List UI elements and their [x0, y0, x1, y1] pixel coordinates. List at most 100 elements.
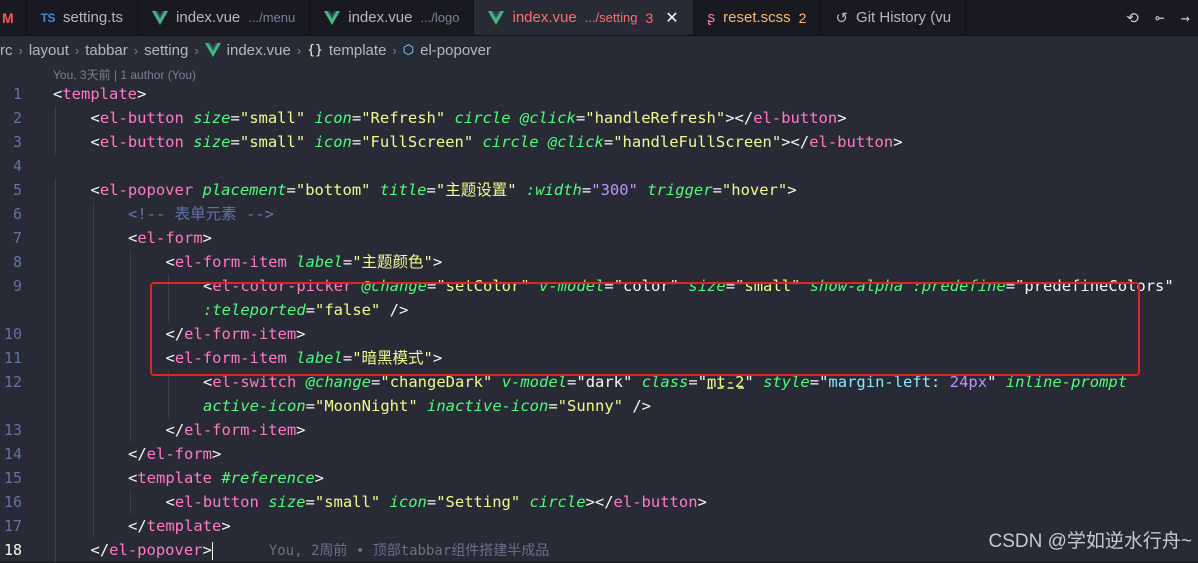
vue-icon — [324, 10, 341, 25]
indent-guide — [130, 322, 131, 346]
tab-4[interactable]: index.vue .../setting 3 ✕ — [474, 0, 694, 35]
breadcrumb-item-file[interactable]: index.vue — [227, 42, 291, 59]
indent-guide — [92, 322, 94, 346]
code-punctuation: = — [230, 109, 240, 127]
inline-git-blame: You, 2周前 • 顶部tabbar组件搭建半成品 — [268, 543, 550, 559]
code-punctuation: < — [90, 181, 100, 199]
code-token: trigger — [647, 181, 713, 199]
close-icon[interactable]: ✕ — [665, 8, 678, 28]
line-number: 10 — [3, 325, 22, 343]
code-punctuation — [520, 493, 529, 511]
code-punctuation: > — [314, 469, 325, 487]
problem-count-badge: 3 — [645, 9, 654, 26]
tab-5[interactable]: ʂ reset.scss 2 — [694, 0, 822, 35]
indent-guide — [130, 394, 131, 418]
breadcrumb-item-setting[interactable]: setting — [144, 42, 188, 59]
code-token: el-button — [753, 109, 838, 127]
code-token: el-button — [99, 109, 184, 127]
code-line[interactable]: 3 <el-button size="small" icon="FullScree… — [0, 130, 1198, 154]
indent-guide — [92, 370, 94, 394]
breadcrumb-item-src[interactable]: rc — [0, 42, 13, 59]
indent-guide — [55, 442, 56, 466]
indent-guide — [55, 514, 56, 538]
code-token: el-form-item — [174, 253, 287, 271]
compare-icon[interactable]: ⟜ — [1155, 9, 1164, 27]
indent-guide — [55, 490, 56, 514]
indent-guide — [92, 202, 94, 226]
breadcrumb-item-el-popover[interactable]: el-popover — [420, 42, 491, 59]
indent-guide — [130, 418, 131, 442]
tab-label: Git History (vu — [856, 9, 952, 26]
codelens-blame[interactable]: You, 3天前 | 1 author (You) — [53, 66, 196, 83]
code-token: "small" — [239, 109, 306, 127]
breadcrumb-item-template[interactable]: template — [329, 42, 387, 59]
code-punctuation — [539, 133, 548, 151]
line-number: 2 — [12, 109, 22, 127]
tab-6[interactable]: ↺ Git History (vu — [821, 0, 967, 35]
code-punctuation: < — [90, 109, 100, 127]
code-line[interactable]: 16 <el-button size="small" icon="Setting"… — [0, 490, 1198, 514]
tab-0[interactable]: M — [0, 0, 27, 35]
code-punctuation — [517, 181, 526, 199]
code-line[interactable]: 7 <el-form> — [0, 226, 1198, 250]
code-line[interactable]: 8 <el-form-item label="主题颜色"> — [0, 250, 1198, 274]
code-token: "handleFullScreen" — [613, 133, 782, 151]
code-line[interactable]: 1 <template> — [0, 82, 1198, 106]
code-text: <el-popover placement="bottom" title="主题… — [91, 178, 797, 202]
code-token: template — [146, 517, 222, 535]
vue-icon — [204, 43, 221, 57]
code-token: #reference — [221, 469, 315, 487]
tab-2[interactable]: index.vue .../menu — [138, 0, 311, 35]
indent-guide — [92, 418, 94, 442]
code-text: <el-button size="small" icon="FullScreen… — [91, 130, 903, 154]
tab-3[interactable]: index.vue .../logo — [310, 0, 475, 35]
line-number: 15 — [3, 469, 22, 487]
line-number: 4 — [12, 157, 22, 175]
code-text: <el-button size="small" icon="Setting" c… — [166, 490, 707, 514]
tab-1[interactable]: TS setting.ts — [27, 0, 139, 35]
code-token: circle — [482, 133, 539, 151]
line-number: 13 — [3, 421, 22, 439]
code-punctuation: </ — [128, 517, 147, 535]
code-token: icon — [389, 493, 427, 511]
code-line[interactable]: 6 <!-- 表单元素 --> — [0, 202, 1198, 226]
code-line[interactable]: 13 </el-form-item> — [0, 418, 1198, 442]
code-punctuation: < — [165, 493, 175, 511]
code-punctuation: ></ — [585, 493, 614, 511]
code-token: @click — [519, 109, 576, 127]
line-number: 3 — [12, 133, 22, 151]
code-line[interactable]: 5 <el-popover placement="bottom" title="主… — [0, 178, 1198, 202]
code-punctuation: = — [305, 493, 315, 511]
code-punctuation: = — [351, 109, 362, 127]
code-line[interactable]: active-icon="MoonNight" inactive-icon="S… — [0, 394, 1198, 418]
code-line[interactable]: 2 <el-button size="small" icon="Refresh" … — [0, 106, 1198, 130]
indent-guide — [55, 106, 56, 130]
code-line[interactable]: 15 <template #reference> — [0, 466, 1198, 490]
code-punctuation: < — [53, 85, 63, 103]
code-punctuation: > — [432, 253, 443, 271]
forward-icon[interactable]: → — [1181, 9, 1190, 27]
indent-guide — [130, 346, 131, 370]
code-token: "主题设置" — [435, 181, 517, 199]
code-punctuation: > — [202, 541, 212, 559]
line-number: 8 — [12, 253, 22, 271]
code-line[interactable]: 14 </el-form> — [0, 442, 1198, 466]
code-line[interactable]: 4 — [0, 154, 1198, 178]
cube-icon: ⬡ — [402, 42, 415, 57]
indent-guide — [130, 490, 131, 514]
indent-guide — [92, 298, 94, 322]
breadcrumb-item-layout[interactable]: layout — [29, 42, 69, 59]
code-punctuation — [511, 109, 520, 127]
braces-icon: {} — [307, 42, 323, 58]
code-punctuation: > — [137, 85, 147, 103]
line-number: 17 — [3, 517, 22, 535]
code-punctuation — [380, 493, 389, 511]
history-icon[interactable]: ⟲ — [1126, 9, 1139, 27]
code-punctuation: = — [351, 133, 362, 151]
indent-guide — [130, 274, 131, 298]
code-token: circle — [454, 109, 511, 127]
breadcrumb-item-tabbar[interactable]: tabbar — [85, 42, 128, 59]
code-punctuation: = — [426, 181, 436, 199]
code-punctuation: ></ — [781, 133, 810, 151]
code-token: active-icon — [203, 397, 306, 415]
